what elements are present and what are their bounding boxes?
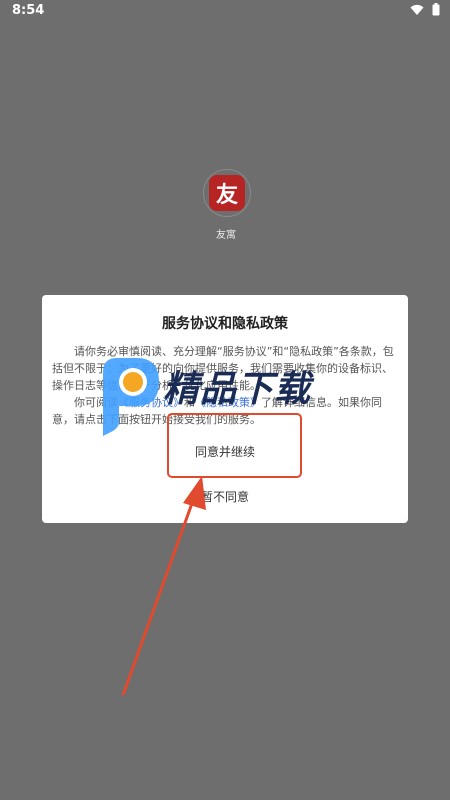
- watermark-logo-icon: [103, 358, 159, 436]
- watermark-text: 精品下载: [163, 369, 312, 410]
- watermark: 精品下载: [93, 352, 383, 437]
